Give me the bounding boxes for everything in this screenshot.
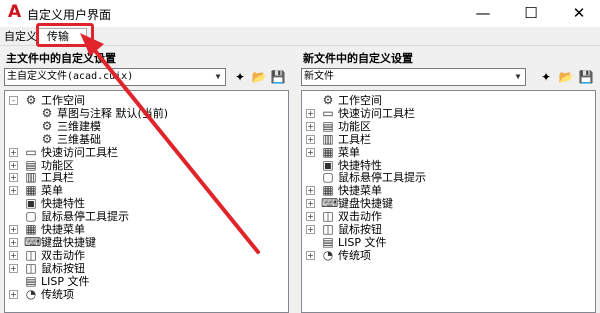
left-file-select[interactable]: 主自定义文件(acad.cuix) ▼ [4, 68, 226, 86]
save-icon[interactable]: 💾 [578, 69, 594, 85]
maximize-button[interactable]: ☐ [508, 0, 554, 27]
expand-icon[interactable]: + [9, 263, 18, 273]
legacy-icon: ◔ [25, 286, 37, 301]
expand-icon[interactable]: + [9, 173, 18, 183]
expand-icon[interactable]: + [9, 160, 18, 170]
expand-icon[interactable]: + [306, 108, 315, 118]
tab-customize[interactable]: 自定义 [4, 30, 37, 46]
expand-icon[interactable]: + [9, 237, 18, 247]
right-file-select[interactable]: 新文件 ▼ [301, 68, 526, 86]
highlight-box [36, 23, 94, 47]
tree-item[interactable]: + ◔ 传统项 [302, 248, 595, 263]
expand-icon[interactable]: + [9, 225, 18, 234]
new-file-icon[interactable]: ✦ [232, 69, 248, 85]
chevron-down-icon: ▼ [515, 72, 521, 81]
expand-icon[interactable]: + [9, 250, 18, 260]
expand-icon[interactable]: + [306, 186, 315, 196]
expand-icon[interactable]: + [306, 199, 315, 209]
save-icon[interactable]: 💾 [270, 69, 286, 85]
right-file-value: 新文件 [304, 71, 334, 82]
close-button[interactable]: ✕ [556, 0, 600, 27]
left-panel-header: 主文件中的自定义设置 [6, 52, 116, 65]
legacy-icon: ◔ [322, 247, 334, 262]
expand-icon[interactable]: + [9, 186, 18, 196]
expand-icon[interactable]: + [306, 147, 315, 157]
new-file-icon[interactable]: ✦ [538, 69, 554, 85]
open-folder-icon[interactable]: 📂 [558, 69, 574, 85]
tree-item-label: 传统项 [41, 287, 74, 301]
minimize-button[interactable]: — [460, 0, 506, 27]
expand-icon[interactable]: + [306, 121, 315, 131]
tree-item[interactable]: + ◔ 传统项 [5, 287, 288, 302]
window-title: 自定义用户界面 [27, 8, 112, 22]
expand-icon[interactable]: + [306, 212, 315, 222]
tree-item-label: 传统项 [338, 248, 371, 262]
collapse-icon[interactable]: - [9, 96, 18, 105]
expand-icon[interactable]: + [306, 134, 315, 144]
right-tree[interactable]: ⚙ 工作空间 + ▭ 快速访问工具栏 + ▤ 功能区 + ▥ 工具栏 + ▦ 菜单 ▣ 快捷特性 ▢ 鼠标悬停工具… [301, 90, 596, 313]
expand-icon[interactable]: + [306, 250, 315, 260]
left-file-value: 主自定义文件(acad.cuix) [7, 71, 134, 82]
expand-icon[interactable]: + [9, 289, 18, 299]
expand-icon[interactable]: + [9, 147, 18, 157]
autocad-logo-icon: A [8, 2, 22, 22]
left-tree[interactable]: - ⚙ 工作空间 ⚙ 草图与注释 默认(当前) ⚙ 三维建模 ⚙ 三维基础 + ▭ 快速访问工具栏 + ▤… [4, 90, 289, 313]
open-folder-icon[interactable]: 📂 [251, 69, 267, 85]
right-panel-header: 新文件中的自定义设置 [303, 52, 413, 65]
expand-icon[interactable]: + [306, 225, 315, 234]
transfer-content: 主文件中的自定义设置 主自定义文件(acad.cuix) ▼ ✦ 📂 💾 - ⚙ 工… [0, 46, 600, 313]
chevron-down-icon: ▼ [215, 72, 221, 81]
